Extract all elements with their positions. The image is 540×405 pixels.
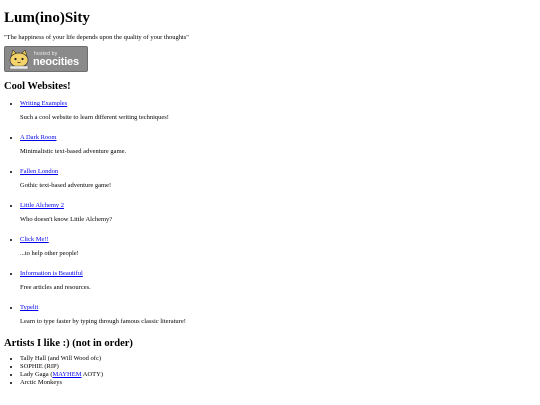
site-quote: "The happiness of your life depends upon… [4, 34, 189, 41]
website-link[interactable]: Fallen London [20, 168, 58, 175]
website-link[interactable]: A Dark Room [20, 134, 56, 141]
website-description: ...to help other people! [20, 250, 79, 257]
website-link[interactable]: Click Me!! [20, 236, 49, 243]
list-item: Arctic Monkeys [20, 379, 536, 387]
list-item: SOPHIE (RIP) [20, 363, 536, 371]
cool-websites-list: Writing Examples Such a cool website to … [4, 99, 536, 326]
site-title: Lum(ino)Sity [4, 10, 90, 26]
neocities-cat-icon [9, 49, 29, 69]
website-description: Who doesn't know Little Alchemy? [20, 216, 113, 223]
website-description: Gothic text-based adventure game! [20, 182, 112, 189]
list-item: Tally Hall (and Will Wood ofc) [20, 355, 536, 363]
website-link[interactable]: Little Alchemy 2 [20, 202, 64, 209]
artists-list: Tally Hall (and Will Wood ofc) SOPHIE (R… [4, 355, 536, 387]
page-content: Lum(ino)Sity "The happiness of your life… [4, 0, 536, 387]
list-item: Typelit Learn to type faster by typing t… [20, 303, 536, 326]
website-description: Minimalistic text-based adventure game. [20, 148, 127, 155]
website-description: Free articles and resources. [20, 284, 91, 291]
list-item: A Dark Room Minimalistic text-based adve… [20, 133, 536, 156]
list-item: Information is Beautiful Free articles a… [20, 269, 536, 292]
list-item: Fallen London Gothic text-based adventur… [20, 167, 536, 190]
website-link[interactable]: Typelit [20, 304, 38, 311]
website-link[interactable]: Information is Beautiful [20, 270, 83, 277]
neocities-badge[interactable]: hosted by neocities [4, 46, 88, 72]
artist-prefix: Lady Gaga ( [20, 371, 53, 378]
badge-brand-text: neocities [33, 56, 79, 68]
artist-suffix: AOTY) [81, 371, 103, 378]
list-item: Writing Examples Such a cool website to … [20, 99, 536, 122]
mayhem-link[interactable]: MAYHEM [52, 371, 81, 378]
cool-websites-heading: Cool Websites! [4, 81, 71, 92]
list-item: Click Me!! ...to help other people! [20, 235, 536, 258]
website-link[interactable]: Writing Examples [20, 100, 67, 107]
website-description: Learn to type faster by typing through f… [20, 318, 186, 325]
list-item: Lady Gaga (MAYHEM AOTY) [20, 371, 536, 379]
artists-heading: Artists I like :) (not in order) [4, 338, 133, 349]
list-item: Little Alchemy 2 Who doesn't know Little… [20, 201, 536, 224]
website-description: Such a cool website to learn different w… [20, 114, 169, 121]
